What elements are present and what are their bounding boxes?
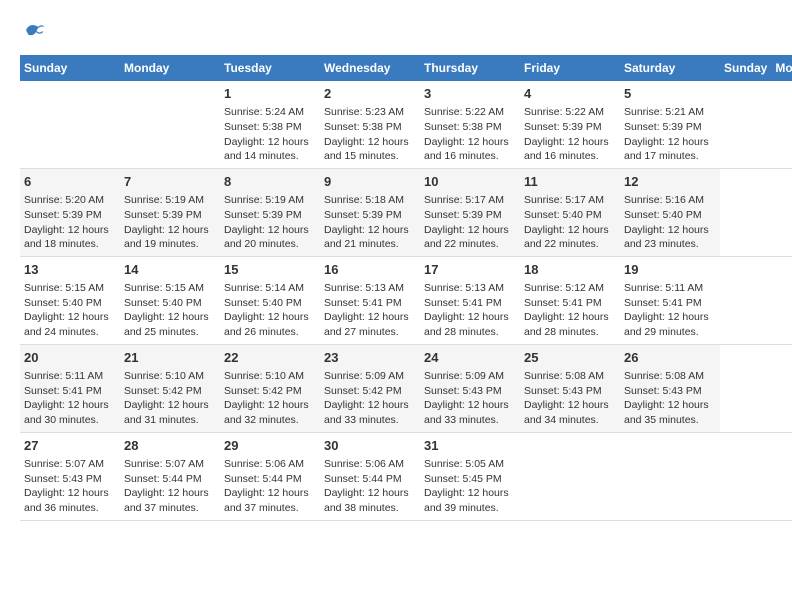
calendar-cell: 14Sunrise: 5:15 AMSunset: 5:40 PMDayligh… bbox=[120, 256, 220, 344]
calendar-cell: 13Sunrise: 5:15 AMSunset: 5:40 PMDayligh… bbox=[20, 256, 120, 344]
day-number: 14 bbox=[124, 261, 216, 279]
calendar-cell bbox=[620, 432, 720, 520]
day-number: 20 bbox=[24, 349, 116, 367]
day-number: 18 bbox=[524, 261, 616, 279]
col-header-friday: Friday bbox=[520, 55, 620, 81]
day-number: 15 bbox=[224, 261, 316, 279]
calendar-week-row: 27Sunrise: 5:07 AMSunset: 5:43 PMDayligh… bbox=[20, 432, 792, 520]
day-number: 1 bbox=[224, 85, 316, 103]
calendar-cell: 8Sunrise: 5:19 AMSunset: 5:39 PMDaylight… bbox=[220, 168, 320, 256]
calendar-cell bbox=[20, 81, 120, 168]
day-number: 25 bbox=[524, 349, 616, 367]
day-number: 26 bbox=[624, 349, 716, 367]
col-header-saturday: Saturday bbox=[620, 55, 720, 81]
calendar-cell: 27Sunrise: 5:07 AMSunset: 5:43 PMDayligh… bbox=[20, 432, 120, 520]
day-number: 27 bbox=[24, 437, 116, 455]
calendar-cell: 29Sunrise: 5:06 AMSunset: 5:44 PMDayligh… bbox=[220, 432, 320, 520]
calendar-cell: 28Sunrise: 5:07 AMSunset: 5:44 PMDayligh… bbox=[120, 432, 220, 520]
calendar-cell: 10Sunrise: 5:17 AMSunset: 5:39 PMDayligh… bbox=[420, 168, 520, 256]
day-number: 8 bbox=[224, 173, 316, 191]
day-number: 30 bbox=[324, 437, 416, 455]
day-number: 31 bbox=[424, 437, 516, 455]
calendar-cell: 4Sunrise: 5:22 AMSunset: 5:39 PMDaylight… bbox=[520, 81, 620, 168]
col-header-tuesday: Tuesday bbox=[220, 55, 320, 81]
calendar-cell: 19Sunrise: 5:11 AMSunset: 5:41 PMDayligh… bbox=[620, 256, 720, 344]
page-header bbox=[20, 20, 772, 45]
calendar-week-row: 20Sunrise: 5:11 AMSunset: 5:41 PMDayligh… bbox=[20, 344, 792, 432]
logo bbox=[20, 20, 46, 45]
logo-text bbox=[20, 20, 46, 45]
day-number: 2 bbox=[324, 85, 416, 103]
col-header-thursday: Thursday bbox=[420, 55, 520, 81]
calendar-cell: 26Sunrise: 5:08 AMSunset: 5:43 PMDayligh… bbox=[620, 344, 720, 432]
day-number: 12 bbox=[624, 173, 716, 191]
calendar-cell: 7Sunrise: 5:19 AMSunset: 5:39 PMDaylight… bbox=[120, 168, 220, 256]
calendar-cell: 15Sunrise: 5:14 AMSunset: 5:40 PMDayligh… bbox=[220, 256, 320, 344]
calendar-cell: 6Sunrise: 5:20 AMSunset: 5:39 PMDaylight… bbox=[20, 168, 120, 256]
col-header-sunday: Sunday bbox=[720, 55, 771, 81]
day-number: 24 bbox=[424, 349, 516, 367]
calendar-cell: 22Sunrise: 5:10 AMSunset: 5:42 PMDayligh… bbox=[220, 344, 320, 432]
col-header-monday: Monday bbox=[120, 55, 220, 81]
day-number: 13 bbox=[24, 261, 116, 279]
calendar-cell: 5Sunrise: 5:21 AMSunset: 5:39 PMDaylight… bbox=[620, 81, 720, 168]
day-number: 16 bbox=[324, 261, 416, 279]
calendar-cell bbox=[120, 81, 220, 168]
calendar-cell: 31Sunrise: 5:05 AMSunset: 5:45 PMDayligh… bbox=[420, 432, 520, 520]
col-header-wednesday: Wednesday bbox=[320, 55, 420, 81]
col-header-monday: Monday bbox=[771, 55, 792, 81]
day-number: 4 bbox=[524, 85, 616, 103]
calendar-cell: 23Sunrise: 5:09 AMSunset: 5:42 PMDayligh… bbox=[320, 344, 420, 432]
calendar-cell: 20Sunrise: 5:11 AMSunset: 5:41 PMDayligh… bbox=[20, 344, 120, 432]
day-number: 17 bbox=[424, 261, 516, 279]
day-number: 19 bbox=[624, 261, 716, 279]
calendar-week-row: 6Sunrise: 5:20 AMSunset: 5:39 PMDaylight… bbox=[20, 168, 792, 256]
calendar-cell: 3Sunrise: 5:22 AMSunset: 5:38 PMDaylight… bbox=[420, 81, 520, 168]
day-number: 3 bbox=[424, 85, 516, 103]
calendar-cell: 18Sunrise: 5:12 AMSunset: 5:41 PMDayligh… bbox=[520, 256, 620, 344]
calendar-week-row: 1Sunrise: 5:24 AMSunset: 5:38 PMDaylight… bbox=[20, 81, 792, 168]
calendar-cell: 2Sunrise: 5:23 AMSunset: 5:38 PMDaylight… bbox=[320, 81, 420, 168]
col-header-sunday: Sunday bbox=[20, 55, 120, 81]
calendar-cell: 16Sunrise: 5:13 AMSunset: 5:41 PMDayligh… bbox=[320, 256, 420, 344]
day-number: 29 bbox=[224, 437, 316, 455]
day-number: 28 bbox=[124, 437, 216, 455]
calendar-cell: 11Sunrise: 5:17 AMSunset: 5:40 PMDayligh… bbox=[520, 168, 620, 256]
calendar-cell: 1Sunrise: 5:24 AMSunset: 5:38 PMDaylight… bbox=[220, 81, 320, 168]
logo-bird-icon bbox=[22, 20, 46, 40]
calendar-cell bbox=[520, 432, 620, 520]
calendar-cell: 30Sunrise: 5:06 AMSunset: 5:44 PMDayligh… bbox=[320, 432, 420, 520]
calendar-cell: 9Sunrise: 5:18 AMSunset: 5:39 PMDaylight… bbox=[320, 168, 420, 256]
calendar-header-row: SundayMondayTuesdayWednesdayThursdayFrid… bbox=[20, 55, 792, 81]
calendar-cell: 24Sunrise: 5:09 AMSunset: 5:43 PMDayligh… bbox=[420, 344, 520, 432]
calendar-cell: 25Sunrise: 5:08 AMSunset: 5:43 PMDayligh… bbox=[520, 344, 620, 432]
day-number: 6 bbox=[24, 173, 116, 191]
day-number: 23 bbox=[324, 349, 416, 367]
day-number: 10 bbox=[424, 173, 516, 191]
calendar-table: SundayMondayTuesdayWednesdayThursdayFrid… bbox=[20, 55, 792, 521]
calendar-week-row: 13Sunrise: 5:15 AMSunset: 5:40 PMDayligh… bbox=[20, 256, 792, 344]
calendar-cell: 12Sunrise: 5:16 AMSunset: 5:40 PMDayligh… bbox=[620, 168, 720, 256]
day-number: 11 bbox=[524, 173, 616, 191]
day-number: 21 bbox=[124, 349, 216, 367]
day-number: 5 bbox=[624, 85, 716, 103]
day-number: 22 bbox=[224, 349, 316, 367]
calendar-cell: 21Sunrise: 5:10 AMSunset: 5:42 PMDayligh… bbox=[120, 344, 220, 432]
day-number: 7 bbox=[124, 173, 216, 191]
calendar-cell: 17Sunrise: 5:13 AMSunset: 5:41 PMDayligh… bbox=[420, 256, 520, 344]
day-number: 9 bbox=[324, 173, 416, 191]
